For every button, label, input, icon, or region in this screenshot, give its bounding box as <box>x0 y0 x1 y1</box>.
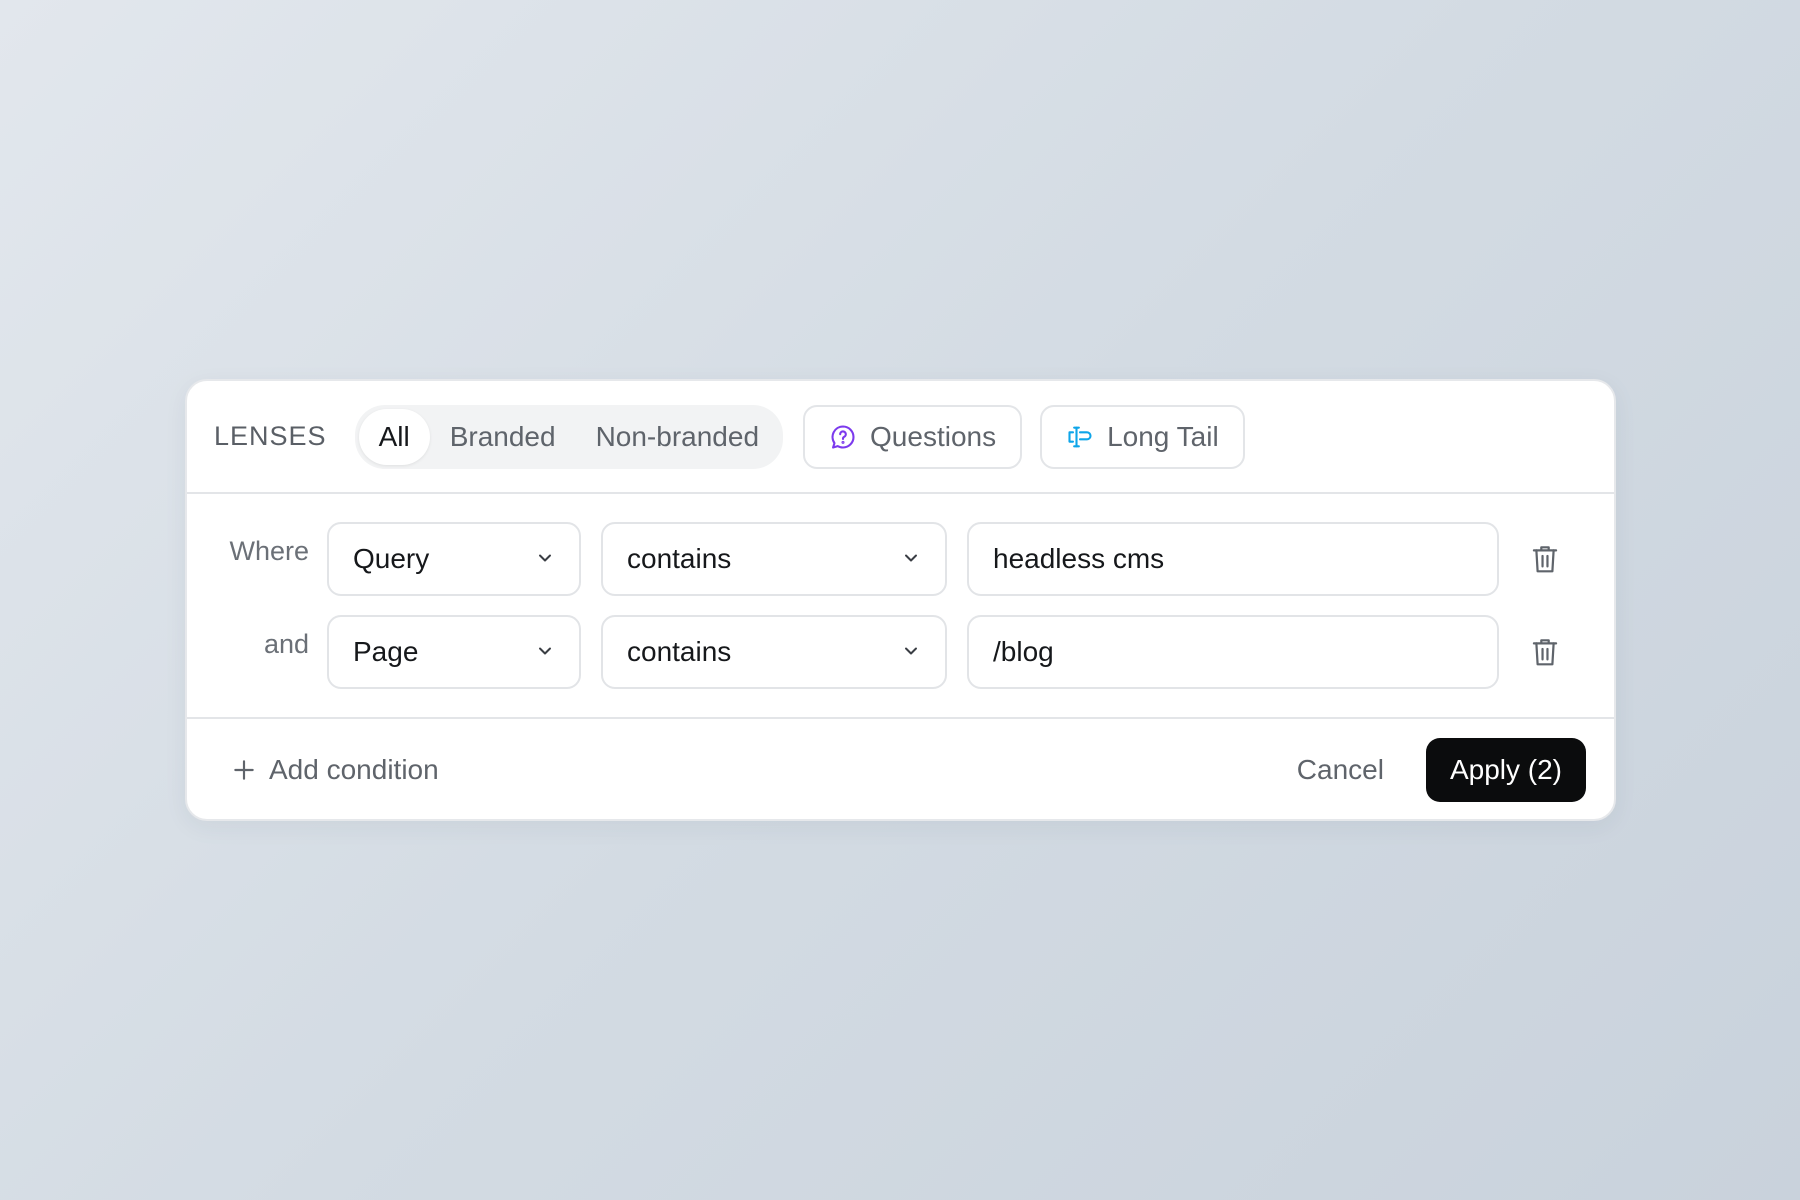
segment-branded[interactable]: Branded <box>430 409 576 465</box>
operator-select-value: contains <box>627 543 732 574</box>
condition-value-input[interactable] <box>967 615 1499 689</box>
condition-row: and Page contains <box>187 615 1614 689</box>
condition-row: Where Query contains <box>187 522 1614 596</box>
chevron-down-icon <box>535 636 555 668</box>
field-select-value: Query <box>353 543 430 574</box>
cancel-button[interactable]: Cancel <box>1297 754 1384 786</box>
plus-icon <box>231 757 257 783</box>
operator-select[interactable]: contains <box>601 522 947 596</box>
chevron-down-icon <box>535 543 555 575</box>
question-bubble-icon <box>829 423 857 451</box>
trash-icon[interactable] <box>1525 632 1565 672</box>
chevron-down-icon <box>901 543 921 575</box>
add-condition-label: Add condition <box>269 754 439 785</box>
condition-connector: Where <box>229 536 309 566</box>
long-tail-lens-button[interactable]: Long Tail <box>1040 404 1245 469</box>
conditions-list: Where Query contains headless cms and Pa… <box>187 494 1614 719</box>
questions-lens-button[interactable]: Questions <box>803 404 1023 469</box>
questions-lens-label: Questions <box>870 420 997 452</box>
operator-select[interactable]: contains <box>601 615 947 689</box>
long-tail-icon <box>1066 423 1094 451</box>
long-tail-lens-label: Long Tail <box>1107 420 1219 452</box>
field-select-value: Page <box>353 636 419 667</box>
trash-icon[interactable] <box>1525 539 1565 579</box>
chevron-down-icon <box>901 636 921 668</box>
lenses-header: LENSES All Branded Non-branded Questions <box>187 381 1614 494</box>
segment-all[interactable]: All <box>358 408 430 465</box>
apply-button[interactable]: Apply (2) <box>1425 738 1586 802</box>
condition-value-input[interactable] <box>967 522 1499 596</box>
brand-segment-control: All Branded Non-branded <box>354 404 784 469</box>
add-condition-button[interactable]: Add condition <box>231 754 439 786</box>
panel-footer: Add condition Cancel Apply (2) <box>187 719 1614 819</box>
field-select[interactable]: Page <box>327 615 581 689</box>
segment-non-branded[interactable]: Non-branded <box>576 409 779 465</box>
condition-connector: and <box>263 629 309 659</box>
lenses-label: LENSES <box>214 421 327 451</box>
filter-panel: LENSES All Branded Non-branded Questions <box>185 379 1616 821</box>
operator-select-value: contains <box>627 636 732 667</box>
field-select[interactable]: Query <box>327 522 581 596</box>
